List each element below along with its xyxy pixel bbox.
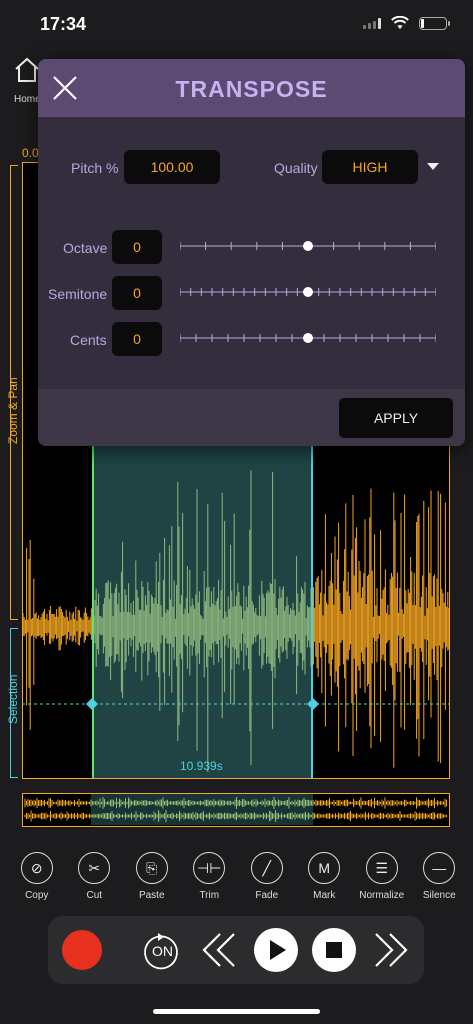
screen: 17:34 Home 0.0 10.939s Zoom & Pan Select… — [0, 0, 473, 1024]
tool-copy[interactable]: ⊘ Copy — [8, 852, 66, 901]
transport-bar: ON — [48, 916, 424, 984]
slider-thumb — [303, 241, 313, 251]
home-indicator — [153, 1009, 320, 1014]
normalize-icon: ☰ — [365, 852, 398, 884]
cents-slider[interactable] — [180, 331, 436, 345]
tool-label: Normalize — [359, 890, 405, 901]
octave-input[interactable]: 0 — [112, 230, 162, 264]
rewind-icon[interactable] — [198, 930, 240, 970]
octave-label: Octave — [63, 240, 108, 256]
chevron-down-icon[interactable] — [427, 163, 439, 170]
tool-label: Trim — [199, 890, 220, 901]
overview-selection — [91, 794, 313, 825]
selection-end-handle — [307, 698, 319, 710]
semitone-label: Semitone — [48, 286, 108, 302]
selection-handles[interactable] — [22, 694, 450, 714]
pitch-label: Pitch % — [71, 160, 119, 176]
paperclip-icon: ⊘ — [20, 852, 53, 884]
home-icon — [15, 57, 39, 82]
tool-cut[interactable]: ✂ Cut — [66, 852, 124, 901]
transpose-dialog: TRANSPOSE Pitch % 100.00 Quality HIGH Oc… — [38, 59, 465, 446]
wifi-icon — [391, 16, 409, 29]
semitone-slider[interactable] — [180, 285, 436, 299]
tool-label: Paste — [138, 890, 165, 901]
fade-icon: ╱ — [250, 852, 283, 884]
selection-region[interactable] — [92, 440, 313, 778]
selection-label: Selection — [6, 674, 20, 724]
tool-trim[interactable]: ⊣⊢ Trim — [181, 852, 239, 901]
trim-icon: ⊣⊢ — [193, 852, 226, 884]
edit-toolbar: ⊘ Copy ✂ Cut ⎘ Paste ⊣⊢ Trim ╱ Fade M Mark ☰ Normaliz… — [8, 852, 468, 901]
cents-input[interactable]: 0 — [112, 322, 162, 356]
tool-normalize[interactable]: ☰ Normalize — [353, 852, 411, 901]
cellular-signal-icon — [363, 17, 381, 29]
record-button[interactable] — [62, 930, 102, 970]
paste-icon: ⎘ — [135, 852, 168, 884]
tool-silence[interactable]: — Silence — [411, 852, 469, 901]
selection-duration: 10.939s — [180, 759, 223, 773]
tool-label: Mark — [313, 890, 336, 901]
scissors-icon: ✂ — [78, 852, 111, 884]
overview-waveform[interactable] — [22, 793, 450, 827]
home-label: Home — [14, 94, 41, 105]
loop-label: ON — [152, 943, 173, 959]
apply-button[interactable]: APPLY — [339, 398, 453, 438]
zoom-pan-label: Zoom & Pan — [6, 377, 20, 444]
octave-slider[interactable] — [180, 239, 436, 253]
battery-icon — [419, 16, 450, 30]
play-button[interactable] — [254, 928, 298, 972]
quality-label: Quality — [274, 160, 318, 176]
tool-label: Cut — [86, 890, 103, 901]
quality-select[interactable]: HIGH — [322, 150, 418, 184]
status-icons — [363, 16, 450, 30]
status-time: 17:34 — [40, 14, 87, 34]
semitone-input[interactable]: 0 — [112, 276, 162, 310]
cents-label: Cents — [70, 332, 107, 348]
tool-fade[interactable]: ╱ Fade — [238, 852, 296, 901]
tool-label: Fade — [255, 890, 279, 901]
tool-label: Silence — [422, 890, 456, 901]
silence-icon: — — [423, 852, 456, 884]
tool-mark[interactable]: M Mark — [296, 852, 354, 901]
tool-label: Copy — [25, 890, 49, 901]
mark-icon: M — [308, 852, 341, 884]
pitch-input[interactable]: 100.00 — [124, 150, 220, 184]
tool-paste[interactable]: ⎘ Paste — [123, 852, 181, 901]
start-time-label: 0.0 — [22, 146, 39, 160]
selection-start-handle — [86, 698, 98, 710]
slider-thumb — [303, 333, 313, 343]
stop-button[interactable] — [312, 928, 356, 972]
slider-thumb — [303, 287, 313, 297]
dialog-title: TRANSPOSE — [175, 76, 328, 102]
fast-forward-icon[interactable] — [370, 930, 412, 970]
